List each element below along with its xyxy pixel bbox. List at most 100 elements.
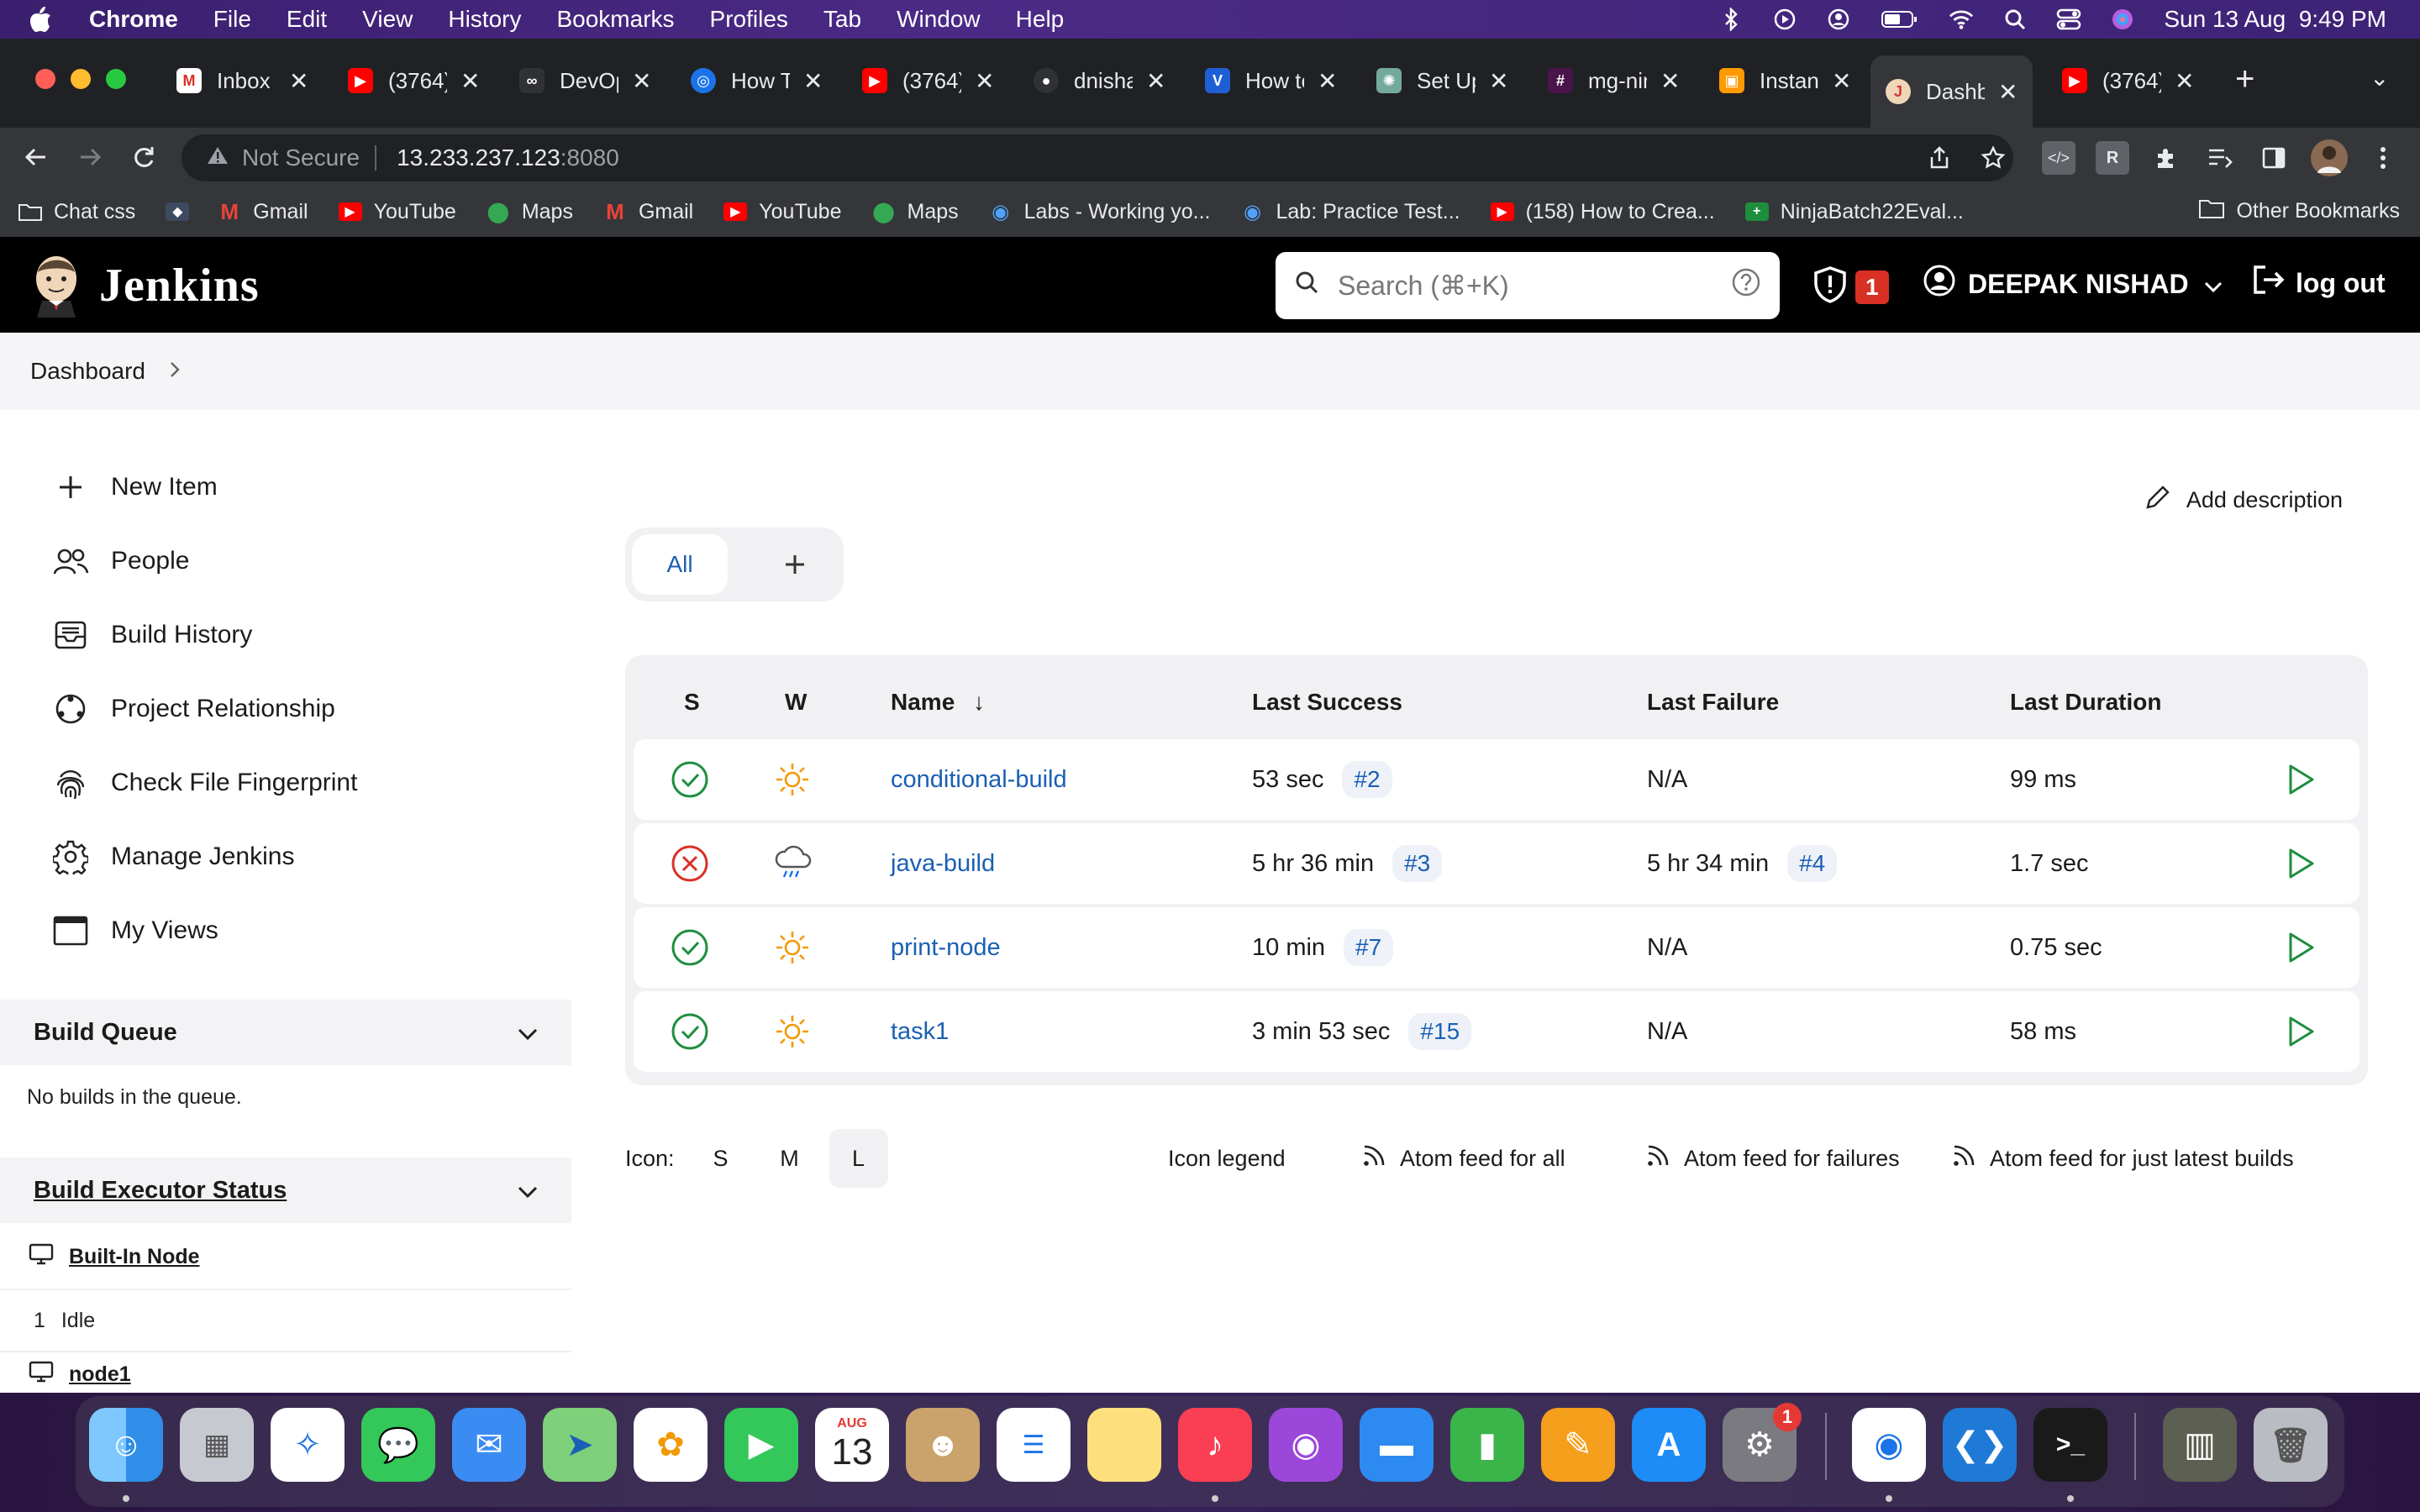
browser-tab-active[interactable]: J Dashbo ✕ xyxy=(1870,55,2033,128)
column-status[interactable]: S xyxy=(684,689,700,716)
job-name-link[interactable]: task1 xyxy=(891,991,949,1072)
keynote-icon[interactable]: ▬ xyxy=(1360,1408,1434,1482)
status-success-icon[interactable] xyxy=(671,907,709,988)
profile-avatar[interactable] xyxy=(2311,139,2348,176)
atom-feed-failures-link[interactable]: Atom feed for failures xyxy=(1645,1129,1900,1188)
chevron-down-icon[interactable] xyxy=(518,1019,538,1047)
spotlight-search-icon[interactable] xyxy=(2002,7,2028,32)
close-tab-icon[interactable]: ✕ xyxy=(289,67,308,95)
schedule-build-play-icon[interactable] xyxy=(2284,931,2317,964)
address-bar[interactable]: Not Secure 13.233.237.123 :8080 xyxy=(182,134,2013,181)
user-menu[interactable]: DEEPAK NISHAD xyxy=(1923,264,2223,304)
system-settings-icon[interactable]: ⚙ 1 xyxy=(1723,1403,1802,1482)
browser-tab[interactable]: ◎ How To ✕ xyxy=(691,59,823,102)
bluetooth-icon[interactable] xyxy=(1718,7,1744,32)
bookmark-item[interactable]: ▶ YouTube xyxy=(723,200,842,224)
node-node1[interactable]: node1 xyxy=(29,1361,131,1389)
job-name[interactable]: task1 xyxy=(891,1018,949,1046)
task-project-relationship[interactable]: Project Relationship xyxy=(52,690,335,727)
chrome-icon[interactable]: ◉ xyxy=(1852,1408,1926,1482)
bookmark-item[interactable]: ▶ YouTube xyxy=(338,200,456,224)
column-name[interactable]: Name ↓ xyxy=(891,689,985,716)
close-tab-icon[interactable]: ✕ xyxy=(803,67,823,95)
launchpad-icon[interactable]: ▦ xyxy=(180,1408,254,1482)
close-tab-icon[interactable]: ✕ xyxy=(1146,67,1165,95)
maps-icon[interactable]: ➤ xyxy=(543,1408,617,1482)
close-window-button[interactable] xyxy=(35,69,55,89)
job-name-link[interactable]: print-node xyxy=(891,907,1001,988)
preview-thumbnail-icon[interactable]: ▥ xyxy=(2163,1408,2237,1482)
facetime-icon[interactable]: ▶ xyxy=(724,1408,798,1482)
task-manage-jenkins[interactable]: Manage Jenkins xyxy=(52,838,294,875)
node-name[interactable]: Built-In Node xyxy=(69,1245,200,1269)
back-button[interactable] xyxy=(17,138,55,176)
close-tab-icon[interactable]: ✕ xyxy=(1832,67,1851,95)
reminders-icon[interactable]: ☰ xyxy=(997,1408,1071,1482)
new-tab-button[interactable]: + xyxy=(2235,60,2254,98)
menu-edit[interactable]: Edit xyxy=(287,6,327,33)
column-last-failure[interactable]: Last Failure xyxy=(1647,689,1779,716)
close-tab-icon[interactable]: ✕ xyxy=(2175,67,2194,95)
share-icon[interactable] xyxy=(1923,141,1956,175)
bookmark-item[interactable]: ◆ xyxy=(166,202,201,221)
browser-tab[interactable]: # mg-nir ✕ xyxy=(1548,59,1680,102)
calendar-icon[interactable]: AUG 13 xyxy=(815,1408,889,1482)
clock[interactable]: Sun 13 Aug 9:49 PM xyxy=(2164,6,2386,33)
mail-icon[interactable]: ✉ xyxy=(452,1408,526,1482)
status-failed-icon[interactable] xyxy=(671,823,709,904)
tab-all[interactable]: All xyxy=(632,534,728,595)
job-name[interactable]: print-node xyxy=(891,934,1001,962)
extension-code-icon[interactable]: </> xyxy=(2042,141,2075,175)
bookmark-item[interactable]: ⬤ Maps xyxy=(872,200,959,224)
browser-tab[interactable]: ▶ (3764) ✕ xyxy=(2062,59,2194,102)
jenkins-logo-icon[interactable] xyxy=(30,254,82,318)
build-number-link[interactable]: #2 xyxy=(1342,761,1392,798)
search-box[interactable]: Search (⌘+K) xyxy=(1276,252,1780,319)
node-name[interactable]: node1 xyxy=(69,1362,131,1387)
logout-link[interactable]: log out xyxy=(2252,264,2386,302)
bookmark-item[interactable]: M Gmail xyxy=(218,199,308,224)
minimize-window-button[interactable] xyxy=(71,69,91,89)
help-icon[interactable] xyxy=(1731,267,1761,304)
forward-button[interactable] xyxy=(71,138,109,176)
column-weather[interactable]: W xyxy=(785,689,807,716)
icon-size-m[interactable]: M xyxy=(760,1129,819,1188)
vscode-icon[interactable]: ❮❯ xyxy=(1943,1408,2017,1482)
zoom-window-button[interactable] xyxy=(106,69,126,89)
trash-icon[interactable]: 🗑 xyxy=(2254,1408,2328,1482)
menu-bookmarks[interactable]: Bookmarks xyxy=(556,6,674,33)
browser-tab[interactable]: ∞ DevOp ✕ xyxy=(519,59,651,102)
menu-history[interactable]: History xyxy=(448,6,521,33)
bookmark-item[interactable]: ◉ Labs - Working yo... xyxy=(989,200,1210,224)
task-new-item[interactable]: New Item xyxy=(52,469,218,506)
chevron-right-icon[interactable] xyxy=(169,358,181,385)
icon-size-l[interactable]: L xyxy=(829,1129,888,1188)
menu-view[interactable]: View xyxy=(362,6,413,33)
schedule-build-play-icon[interactable] xyxy=(2284,763,2317,796)
bookmark-item[interactable]: + NinjaBatch22Eval... xyxy=(1744,200,1964,224)
status-success-icon[interactable] xyxy=(671,991,709,1072)
icon-size-s[interactable]: S xyxy=(692,1129,750,1188)
pages-icon[interactable]: ✎ xyxy=(1541,1408,1615,1482)
app-store-icon[interactable]: A xyxy=(1632,1408,1706,1482)
job-name[interactable]: conditional-build xyxy=(891,766,1067,794)
task-my-views[interactable]: My Views xyxy=(52,912,218,949)
task-people[interactable]: People xyxy=(52,543,189,580)
job-name[interactable]: java-build xyxy=(891,850,995,878)
finder-icon[interactable]: ☺ xyxy=(89,1408,163,1482)
node-built-in[interactable]: Built-In Node xyxy=(29,1243,200,1271)
build-number-link[interactable]: #7 xyxy=(1344,929,1394,966)
add-view-button[interactable] xyxy=(766,536,823,593)
icon-legend-link[interactable]: Icon legend xyxy=(1168,1129,1286,1188)
schedule-build-play-icon[interactable] xyxy=(2284,847,2317,880)
close-tab-icon[interactable]: ✕ xyxy=(1318,67,1337,95)
control-center-icon[interactable] xyxy=(2056,7,2081,32)
weather-sunny-icon[interactable] xyxy=(773,907,812,988)
reading-list-icon[interactable] xyxy=(2203,141,2237,175)
apple-menu-icon[interactable] xyxy=(29,6,62,33)
browser-tab[interactable]: ▶ (3764) ✕ xyxy=(862,59,994,102)
security-alert[interactable]: 1 xyxy=(1812,265,1889,308)
tab-search-chevron-icon[interactable]: ⌄ xyxy=(2370,64,2389,92)
job-name-link[interactable]: java-build xyxy=(891,823,995,904)
bookmark-item[interactable]: M Gmail xyxy=(603,199,693,224)
